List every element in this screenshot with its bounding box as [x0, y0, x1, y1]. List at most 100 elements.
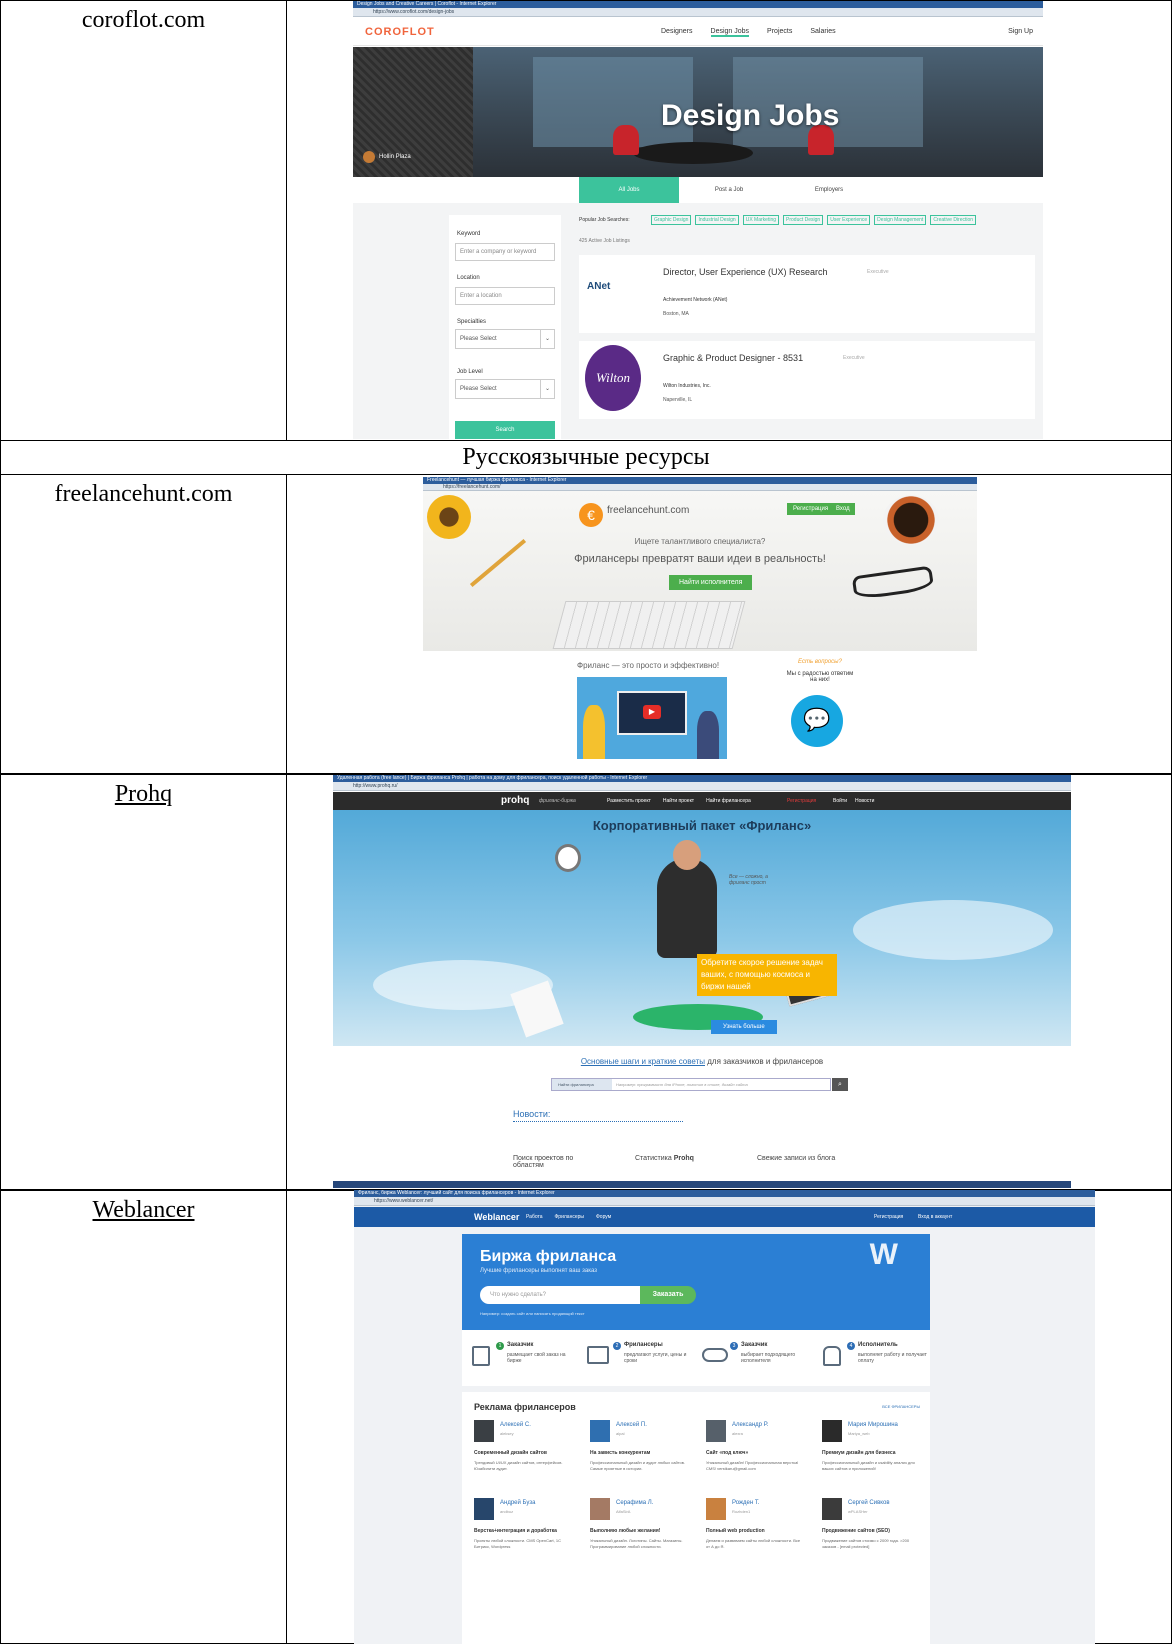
freelancer-card[interactable]: Андрей Буза andbuz Верстка+интеграция и … [474, 1498, 584, 1590]
job-company: Achievement Network (ANet) [663, 297, 728, 303]
window-title: Удаленная работа (free lance) | Биржа фр… [333, 775, 1071, 782]
register-button[interactable]: Регистрация [787, 503, 835, 515]
address-bar[interactable]: https://freelancehunt.com/ [423, 484, 977, 491]
popular-tag[interactable]: Creative Direction [930, 215, 977, 225]
job-level-select[interactable]: Please Select ⌄ [455, 379, 555, 399]
job-card[interactable]: Wilton Graphic & Product Designer - 8531… [579, 341, 1035, 419]
address-bar[interactable]: http://www.prohq.ru/ [333, 782, 1071, 791]
chat-bubble-icon[interactable]: 💬 [791, 695, 843, 747]
weblancer-nav: Работа Фрилансеры Форум [526, 1214, 611, 1220]
signup-link[interactable]: Sign Up [1008, 28, 1033, 35]
nav-design-jobs[interactable]: Design Jobs [710, 28, 750, 37]
tab-employers[interactable]: Employers [779, 177, 879, 203]
row-label-freelancehunt: freelancehunt.com [0, 474, 287, 774]
prohq-hero: Корпоративный пакет «Фриланс» Все — слож… [333, 810, 1071, 1046]
register-link[interactable]: Регистрация [874, 1214, 903, 1220]
credit-avatar [363, 151, 375, 163]
search-icon[interactable]: ⌕ [832, 1078, 848, 1091]
search-button[interactable]: Search [455, 421, 555, 439]
register-link[interactable]: Регистрация [787, 798, 816, 804]
order-button[interactable]: Заказать [640, 1286, 696, 1304]
ad-title: Премиум дизайн для бизнеса [822, 1450, 896, 1456]
prohq-logo[interactable]: prohq [501, 795, 529, 806]
freelancer-name[interactable]: Алексей С. [500, 1422, 531, 1428]
coroflot-logo[interactable]: COROFLOT [365, 26, 435, 38]
step-desc: предлагают услуги, цены и сроки [624, 1352, 687, 1364]
nav-projects[interactable]: Projects [767, 28, 792, 37]
freelancer-nick: alpal [616, 1431, 625, 1436]
steps-link[interactable]: Основные шаги и краткие советы [581, 1057, 705, 1066]
news-link[interactable]: Новости [855, 798, 874, 804]
weblancer-screenshot: Фриланс, биржа Weblancer: лучший сайт дл… [354, 1190, 1095, 1644]
job-title[interactable]: Director, User Experience (UX) Research [663, 267, 828, 277]
section-russian-resources: Русскоязычные ресурсы [0, 441, 1172, 475]
keyword-label: Keyword [457, 231, 481, 237]
nav-forum[interactable]: Форум [596, 1214, 611, 1220]
learn-more-button[interactable]: Узнать больше [711, 1020, 777, 1034]
row-label-prohq: Prohq [0, 774, 287, 1190]
window-title: Freelancehunt — лучшая биржа фриланса - … [423, 477, 977, 484]
freelancer-card[interactable]: Серафима Л. AlfaSirA Выполняю любые жела… [590, 1498, 700, 1590]
prohq-screenshot: Удаленная работа (free lance) | Биржа фр… [333, 775, 1071, 1188]
address-bar[interactable]: https://www.coroflot.com/design-jobs [353, 8, 1043, 17]
nav-designers[interactable]: Designers [661, 28, 693, 37]
popular-tag[interactable]: Industrial Design [695, 215, 739, 225]
specialties-select[interactable]: Please Select ⌄ [455, 329, 555, 349]
keyboard-image [552, 601, 746, 649]
popular-tag[interactable]: Design Management [874, 215, 927, 225]
nav-salaries[interactable]: Salaries [810, 28, 835, 37]
specialties-label: Specialties [457, 319, 487, 325]
nav-post-project[interactable]: Разместить проект [607, 798, 651, 804]
hero-title: Design Jobs [661, 99, 840, 132]
popular-tag[interactable]: User Experience [827, 215, 871, 225]
step-desc: выбирает подходящего исполнителя [741, 1352, 796, 1364]
nav-freelancers[interactable]: Фрилансеры [555, 1214, 585, 1220]
nav-find-freelancer[interactable]: Найти фрилансера [706, 798, 751, 804]
all-freelancers-link[interactable]: ВСЕ ФРИЛАНСЕРЫ [882, 1404, 920, 1409]
address-bar[interactable]: https://www.weblancer.net/ [354, 1197, 1095, 1206]
login-button[interactable]: Вход [831, 503, 855, 515]
popular-tag[interactable]: Product Design [783, 215, 824, 225]
fh-lead: Ищете талантливого специалиста? [634, 537, 766, 546]
popular-label: Popular Job Searches: [579, 217, 630, 223]
step-number: 1 [496, 1342, 504, 1350]
freelancer-name[interactable]: Серафима Л. [616, 1500, 653, 1506]
avatar [822, 1420, 842, 1442]
login-link[interactable]: Вход в аккаунт [918, 1214, 952, 1220]
login-link[interactable]: Войти [833, 798, 847, 804]
job-title[interactable]: Graphic & Product Designer - 8531 [663, 353, 803, 363]
freelancehunt-screenshot: Freelancehunt — лучшая биржа фриланса - … [423, 477, 977, 771]
search-category-select[interactable]: Найти фрилансера [552, 1079, 612, 1090]
freelancer-name[interactable]: Андрей Буза [500, 1500, 535, 1506]
company-logo-wilton: Wilton [585, 345, 641, 411]
weblancer-logo[interactable]: Weblancer [474, 1212, 519, 1222]
play-icon[interactable]: ▶ [643, 705, 661, 719]
find-performer-button[interactable]: Найти исполнителя [669, 575, 753, 590]
task-input[interactable]: Что нужно сделать? [480, 1286, 640, 1304]
fh-video[interactable]: ▶ [577, 677, 727, 759]
tab-post-job[interactable]: Post a Job [679, 177, 779, 203]
popular-tag[interactable]: Graphic Design [651, 215, 692, 225]
freelancer-name[interactable]: Мария Мирошина [848, 1422, 898, 1428]
nav-work[interactable]: Работа [526, 1214, 543, 1220]
job-card[interactable]: ANet Director, User Experience (UX) Rese… [579, 255, 1035, 333]
freelancer-name[interactable]: Алексей П. [616, 1422, 647, 1428]
step-item: 4 Исполнитель выполняет работу и получае… [813, 1330, 930, 1386]
keyword-input[interactable]: Enter a company or keyword [455, 243, 555, 261]
location-input[interactable]: Enter a location [455, 287, 555, 305]
search-input[interactable]: Например: программист для iPhone, логоти… [616, 1079, 748, 1090]
freelancehunt-logo[interactable]: freelancehunt.com [607, 505, 689, 516]
thumbs-up-icon [823, 1346, 841, 1366]
weblancer-hero: W Биржа фриланса Лучшие фрилансеры выпол… [462, 1234, 930, 1330]
freelancer-name[interactable]: Рожден Т. [732, 1500, 760, 1506]
ad-desc: Продвижение сайтов стоимо с 2009 года. >… [822, 1538, 910, 1549]
hero-red-chair [613, 125, 639, 155]
freelancer-card[interactable]: Сергей Сивков wPLASHer Продвижение сайто… [822, 1498, 932, 1590]
listing-count: 425 Active Job Listings [579, 238, 630, 244]
freelancer-name[interactable]: Сергей Сивков [848, 1500, 890, 1506]
popular-tag[interactable]: UX Marketing [742, 215, 780, 225]
freelancer-card[interactable]: Рожден Т. Rozhden1 Полный web production… [706, 1498, 816, 1590]
freelancer-name[interactable]: Александр Р. [732, 1422, 768, 1428]
tab-all-jobs[interactable]: All Jobs [579, 177, 679, 203]
nav-find-project[interactable]: Найти проект [663, 798, 694, 804]
